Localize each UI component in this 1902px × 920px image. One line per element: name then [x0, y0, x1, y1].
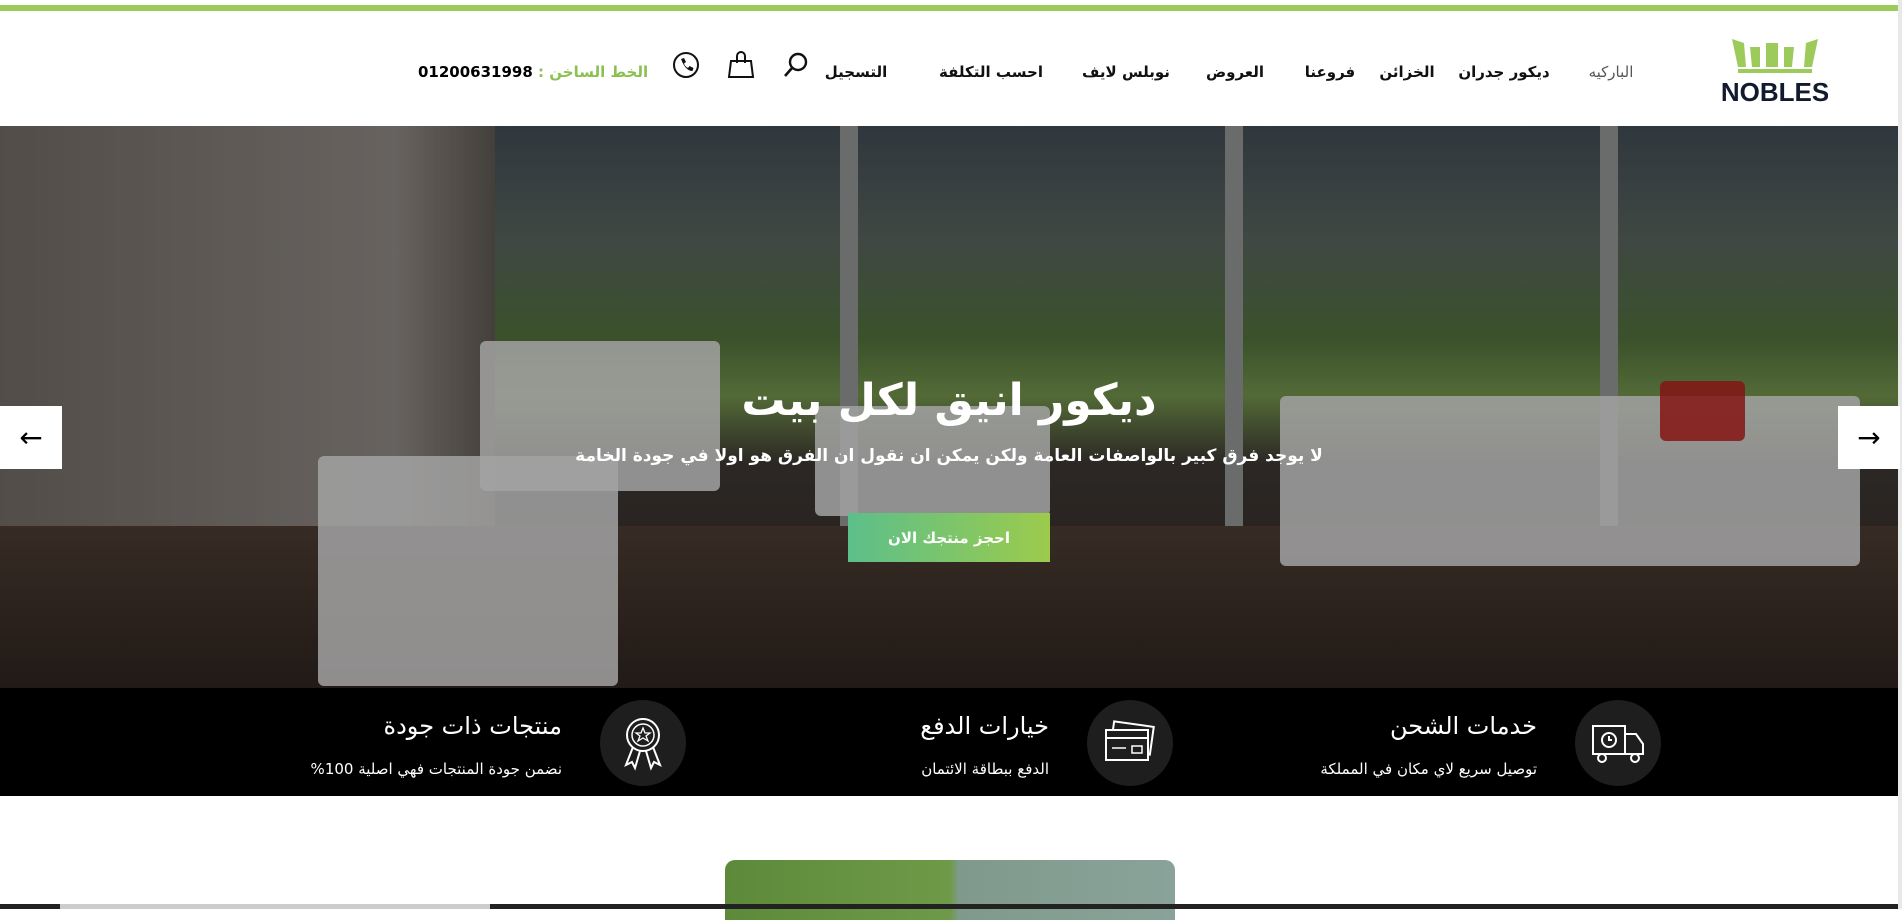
slider-prev-button[interactable]: ←: [0, 406, 62, 469]
search-icon[interactable]: [782, 51, 810, 79]
feature-text: الدفع ببطاقة الائتمان: [921, 760, 1049, 778]
nav-nobles-life[interactable]: نوبلس لايف: [1082, 63, 1170, 81]
phone-icon[interactable]: [672, 51, 700, 79]
arrow-right-icon: →: [1857, 421, 1881, 454]
nobles-logo[interactable]: NOBLES: [1722, 37, 1828, 107]
feature-title: منتجات ذات جودة: [383, 712, 562, 740]
feature-text: توصيل سريع لاي مكان في المملكة: [1320, 760, 1537, 778]
nav-cost-calculator[interactable]: احسب التكلفة: [939, 63, 1043, 81]
nav-offers[interactable]: العروض: [1206, 63, 1264, 81]
nav-branches[interactable]: فروعنا: [1305, 63, 1355, 81]
site-header: NOBLES الباركيه ديكور جدران الخزائن فروع…: [0, 11, 1898, 126]
hotline: 01200631998 الخط الساخن :: [418, 63, 648, 81]
nav-cabinets[interactable]: الخزائن: [1379, 63, 1434, 81]
category-card[interactable]: [725, 860, 1175, 920]
horizontal-scrollbar[interactable]: [0, 904, 1898, 909]
hotline-number[interactable]: 01200631998: [418, 63, 533, 81]
hero-subtitle: لا يوجد فرق كبير بالواصفات العامة ولكن ي…: [575, 446, 1323, 466]
feature-title: خيارات الدفع: [920, 712, 1049, 740]
nav-register[interactable]: التسجيل: [825, 63, 887, 81]
book-now-button[interactable]: احجز منتجك الان: [848, 513, 1050, 562]
nav-wall-decor[interactable]: ديكور جدران: [1458, 63, 1549, 81]
hotline-label: الخط الساخن :: [538, 63, 649, 81]
award-badge-icon: [600, 700, 686, 786]
scrollbar-thumb[interactable]: [60, 904, 490, 909]
credit-card-icon: [1087, 700, 1173, 786]
delivery-truck-icon: [1575, 700, 1661, 786]
hero-title: ديكور انيق لكل بيت: [741, 375, 1157, 426]
arrow-left-icon: ←: [19, 421, 43, 454]
feature-text: نضمن جودة المنتجات فهي اصلية 100%: [310, 760, 562, 778]
nav-parquet[interactable]: الباركيه: [1589, 63, 1634, 81]
slider-next-button[interactable]: →: [1838, 406, 1900, 469]
feature-title: خدمات الشحن: [1390, 712, 1537, 740]
svg-text:NOBLES: NOBLES: [1722, 77, 1828, 107]
shopping-bag-icon[interactable]: [727, 51, 755, 79]
